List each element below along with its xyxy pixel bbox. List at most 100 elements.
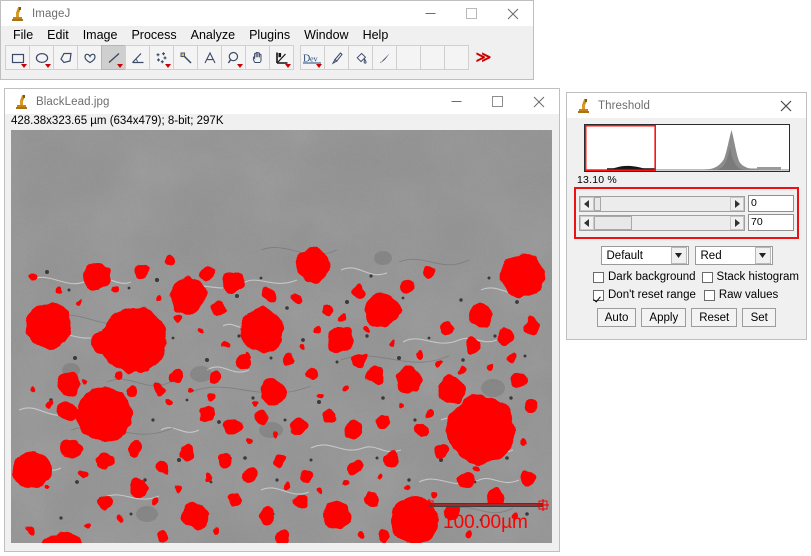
dropdown-triangle-icon[interactable] [165,64,171,68]
image-canvas-border: 100.00µm [11,130,552,543]
close-icon[interactable] [765,93,806,118]
dropdown-triangle-icon[interactable] [45,64,51,68]
menu-file[interactable]: File [6,27,40,44]
max-slider-thumb[interactable] [594,215,633,230]
threshold-lut-value: Red [700,249,722,262]
thresholded-micrograph: 100.00µm [11,130,552,543]
point-tool[interactable] [149,45,174,70]
freehand-tool[interactable] [77,45,102,70]
threshold-lut-select[interactable]: Red [694,246,773,265]
scroll-left-arrow-icon[interactable] [580,196,594,211]
tool-bar: Dev ≫ [1,45,533,75]
dark-background-checkbox[interactable]: Dark background [593,271,696,283]
color-picker-tool[interactable] [372,45,397,70]
threshold-button-row: Auto Apply Reset Set [574,308,799,327]
chevron-down-icon[interactable] [670,247,687,264]
reset-button[interactable]: Reset [691,308,738,327]
scale-bar-label: 100.00µm [443,512,528,533]
line-tool[interactable] [101,45,126,70]
empty-tool-slot-1[interactable] [396,45,421,70]
close-icon[interactable] [518,89,559,114]
dropdown-triangle-icon[interactable] [316,64,322,68]
min-slider-track[interactable] [594,196,730,211]
menu-plugins[interactable]: Plugins [242,27,297,44]
stack-histogram-checkbox[interactable]: Stack histogram [701,271,799,283]
dropdown-triangle-icon[interactable] [21,64,27,68]
set-button[interactable]: Set [742,308,777,327]
threshold-checkbox-row-2: Don't reset range Raw values [574,289,799,301]
dropdown-triangle-icon[interactable] [285,64,291,68]
auto-button[interactable]: Auto [596,308,637,327]
raw-values-checkbox[interactable]: Raw values [703,289,779,301]
min-threshold-slider[interactable] [579,195,745,212]
threshold-method-select[interactable]: Default [600,246,689,265]
threshold-window: Threshold 13.10 % 0 70 Default Red Dark … [566,92,807,340]
checkbox-box[interactable] [593,271,604,283]
image-window-controls [436,89,559,114]
menu-image[interactable]: Image [76,27,125,44]
more-tools-icon[interactable]: ≫ [470,45,495,70]
threshold-titlebar[interactable]: Threshold [567,93,806,118]
checkbox-box[interactable] [703,289,715,301]
imagej-titlebar[interactable]: ImageJ [1,1,533,26]
wand-tool[interactable] [173,45,198,70]
oval-tool[interactable] [29,45,54,70]
dev-tool[interactable]: Dev [300,45,325,70]
min-threshold-slider-row: 0 [579,195,794,212]
minimize-icon[interactable] [410,1,451,26]
flood-fill-tool[interactable] [348,45,373,70]
maximize-icon[interactable] [451,1,492,26]
image-window-title: BlackLead.jpg [36,95,110,108]
angle-tool[interactable] [125,45,150,70]
rectangle-tool[interactable] [5,45,30,70]
empty-tool-slot-2[interactable] [420,45,445,70]
scroll-right-arrow-icon[interactable] [730,196,744,211]
menu-help[interactable]: Help [356,27,396,44]
dropdown-triangle-icon[interactable] [117,64,123,68]
hand-tool[interactable] [245,45,270,70]
image-titlebar[interactable]: BlackLead.jpg [5,89,559,114]
empty-tool-slot-3[interactable] [444,45,469,70]
image-canvas[interactable]: 100.00µm [11,130,552,543]
polygon-tool[interactable] [53,45,78,70]
scale-bar-tool[interactable] [269,45,294,70]
maximize-icon[interactable] [477,89,518,114]
image-info-line: 428.38x323.65 µm (634x479); 8-bit; 297K [11,115,224,127]
threshold-window-title: Threshold [598,99,651,112]
checkbox-box[interactable] [593,289,604,301]
magnifier-tool[interactable] [221,45,246,70]
close-icon[interactable] [492,1,533,26]
raw-values-label: Raw values [718,289,779,301]
chevron-down-icon[interactable] [754,247,771,264]
menu-process[interactable]: Process [124,27,183,44]
dark-background-label: Dark background [608,271,696,283]
histogram-plot[interactable] [583,124,790,172]
imagej-window-controls [410,1,533,26]
menu-edit[interactable]: Edit [40,27,76,44]
text-tool[interactable] [197,45,222,70]
dont-reset-range-label: Don't reset range [608,289,696,301]
min-slider-thumb[interactable] [594,196,601,211]
threshold-checkbox-row-1: Dark background Stack histogram [574,271,799,283]
min-threshold-value[interactable]: 0 [748,195,794,212]
checkbox-box[interactable] [701,271,713,283]
scroll-right-arrow-icon[interactable] [730,215,744,230]
screen: ImageJ File Edit Image Process Analyze P… [0,0,811,556]
threshold-dropdowns: Default Red [574,246,799,265]
max-threshold-value[interactable]: 70 [748,214,794,231]
histogram-percent-label: 13.10 % [577,174,617,186]
menu-analyze[interactable]: Analyze [184,27,242,44]
max-threshold-slider[interactable] [579,214,745,231]
more-tools-chevrons: ≫ [475,49,492,66]
minimize-icon[interactable] [436,89,477,114]
menu-window[interactable]: Window [297,27,355,44]
threshold-sliders-group: 0 70 [574,187,799,239]
scroll-left-arrow-icon[interactable] [580,215,594,230]
brush-tool[interactable] [324,45,349,70]
threshold-method-value: Default [606,249,643,262]
apply-button[interactable]: Apply [641,308,687,327]
max-threshold-slider-row: 70 [579,214,794,231]
max-slider-track[interactable] [594,215,730,230]
dont-reset-range-checkbox[interactable]: Don't reset range [593,289,696,301]
dropdown-triangle-icon[interactable] [237,64,243,68]
